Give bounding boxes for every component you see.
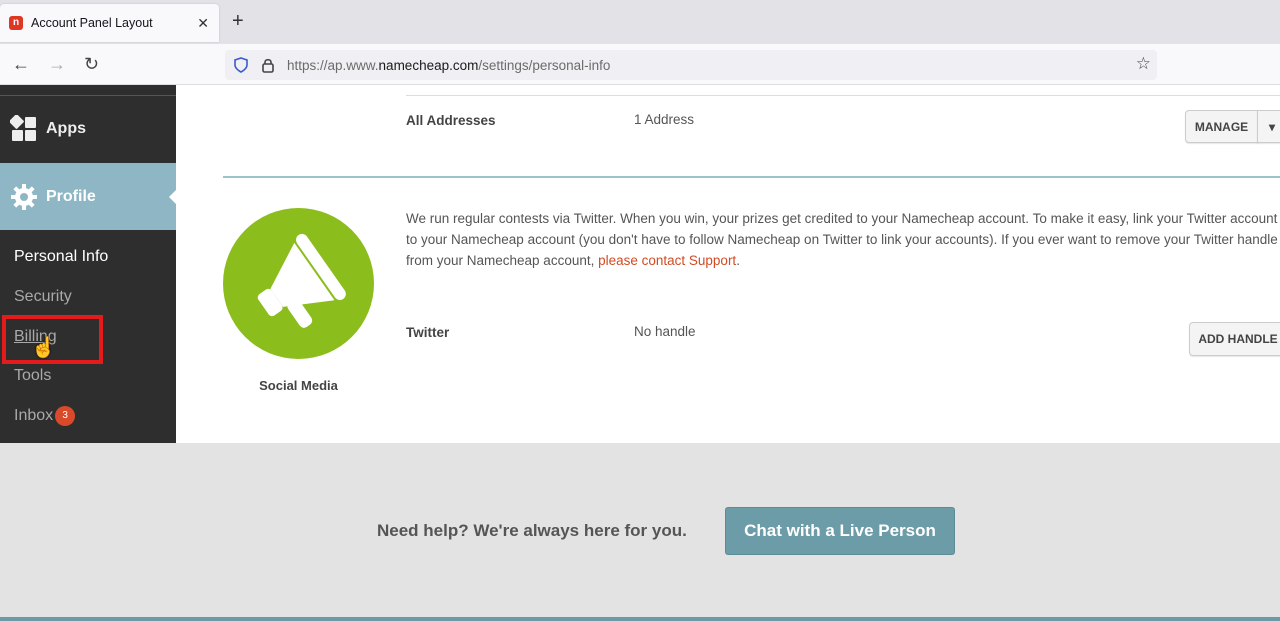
browser-tabbar: n Account Panel Layout ✕ +	[0, 0, 1280, 44]
help-text: Need help? We're always here for you.	[377, 521, 687, 540]
reload-button[interactable]: ↻	[84, 54, 99, 75]
sidebar: Apps Profile Personal Info Security Bill…	[0, 85, 177, 443]
sidebar-inbox-label: Inbox	[14, 407, 54, 425]
sidebar-apps-label: Apps	[46, 119, 86, 137]
inbox-count-badge: 3	[55, 406, 76, 426]
chat-live-person-button[interactable]: Chat with a Live Person	[725, 507, 955, 555]
browser-tab[interactable]: n Account Panel Layout ✕	[0, 4, 219, 42]
hand-cursor-icon: ☝	[31, 337, 56, 359]
twitter-handle-value: No handle	[634, 324, 696, 339]
sidebar-item-tools[interactable]: Tools	[14, 367, 51, 385]
twitter-label: Twitter	[406, 325, 450, 340]
help-footer: Need help? We're always here for you. Ch…	[0, 443, 1280, 621]
chevron-down-icon: ▾	[1268, 119, 1276, 134]
bookmark-star-icon[interactable]: ☆	[1136, 54, 1151, 74]
sidebar-item-inbox[interactable]: Inbox 3	[14, 406, 76, 426]
sidebar-item-personal-info[interactable]: Personal Info	[14, 248, 108, 266]
divider	[406, 95, 1280, 96]
shield-icon[interactable]	[233, 57, 249, 73]
all-addresses-value: 1 Address	[634, 112, 695, 127]
tab-title: Account Panel Layout	[31, 16, 153, 30]
manage-dropdown-button[interactable]: ▾	[1257, 110, 1280, 143]
forward-button[interactable]: →	[48, 54, 66, 75]
address-bar[interactable]: https://ap.www.namecheap.com/settings/pe…	[225, 50, 1157, 80]
gear-icon	[11, 183, 37, 210]
section-divider	[223, 176, 1280, 178]
browser-navbar: ← → ↻ https://ap.www.namecheap.com/setti…	[0, 44, 1280, 85]
url-text[interactable]: https://ap.www.namecheap.com/settings/pe…	[287, 58, 610, 73]
lock-icon[interactable]	[261, 57, 275, 73]
sidebar-item-apps[interactable]: Apps	[0, 95, 176, 161]
social-media-circle	[223, 208, 374, 359]
namecheap-favicon-icon: n	[9, 16, 23, 30]
add-handle-button[interactable]: ADD HANDLE	[1189, 322, 1280, 356]
sidebar-profile-label: Profile	[46, 187, 96, 205]
contact-support-link[interactable]: please contact Support	[598, 253, 736, 268]
sidebar-item-profile[interactable]: Profile	[0, 163, 177, 230]
main-content: All Addresses 1 Address MANAGE ▾ Social …	[176, 85, 1280, 443]
sidebar-item-security[interactable]: Security	[14, 288, 72, 306]
tab-close-icon[interactable]: ✕	[197, 15, 209, 32]
apps-icon	[10, 114, 36, 141]
manage-button[interactable]: MANAGE	[1185, 110, 1258, 143]
twitter-description: We run regular contests via Twitter. Whe…	[406, 211, 1278, 268]
social-media-label: Social Media	[259, 378, 338, 393]
megaphone-icon	[257, 233, 346, 328]
new-tab-button[interactable]: +	[232, 10, 244, 33]
back-button[interactable]: ←	[12, 54, 30, 75]
all-addresses-label: All Addresses	[406, 113, 496, 128]
